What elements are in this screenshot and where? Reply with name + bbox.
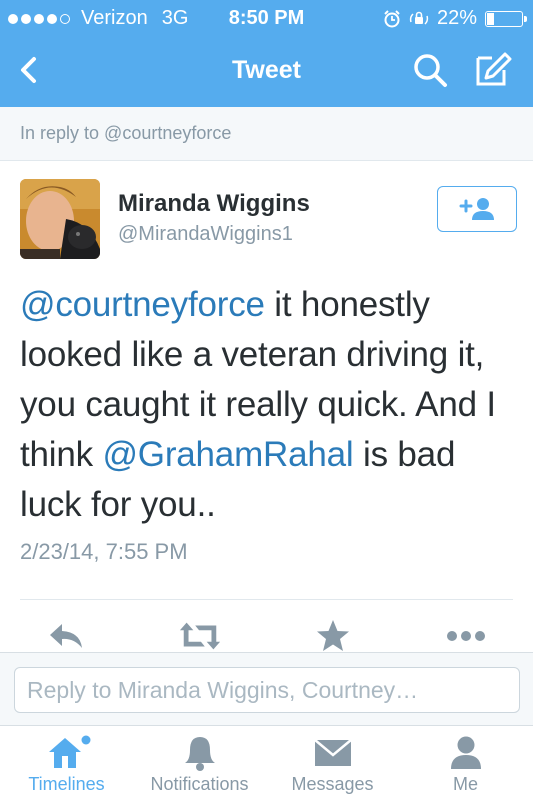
battery-percent: 22% bbox=[436, 7, 477, 29]
mention-link[interactable]: @courtneyforce bbox=[20, 285, 265, 324]
envelope-icon bbox=[313, 739, 352, 766]
page-title: Tweet bbox=[232, 56, 301, 84]
home-icon bbox=[48, 735, 90, 768]
reply-bar: Reply to Miranda Wiggins, Courtney… bbox=[0, 652, 533, 726]
tab-label: Timelines bbox=[28, 774, 105, 794]
avatar-photo bbox=[20, 179, 100, 259]
reply-icon bbox=[50, 624, 82, 648]
author-handle[interactable]: @MirandaWiggins1 bbox=[118, 223, 293, 246]
more-icon bbox=[447, 631, 485, 641]
retweet-button[interactable] bbox=[178, 616, 222, 656]
tab-messages[interactable]: Messages bbox=[266, 726, 399, 800]
tab-label: Notifications bbox=[150, 774, 249, 794]
top-bar: Verizon 3G 8:50 PM 22% Tweet bbox=[0, 0, 533, 107]
tweet-text: @courtneyforce it honestly looked like a… bbox=[20, 280, 520, 530]
tab-me[interactable]: Me bbox=[399, 726, 532, 800]
mention-link[interactable]: @GrahamRahal bbox=[102, 435, 353, 474]
reply-button[interactable] bbox=[44, 616, 88, 656]
alarm-icon bbox=[384, 9, 400, 27]
search-icon[interactable] bbox=[410, 50, 450, 90]
tab-bar: Timelines Notifications Messages Me bbox=[0, 726, 533, 800]
tab-label: Messages bbox=[291, 774, 374, 794]
tab-timelines[interactable]: Timelines bbox=[0, 726, 133, 800]
bell-icon bbox=[184, 737, 215, 771]
tab-notifications[interactable]: Notifications bbox=[133, 726, 266, 800]
favorite-icon bbox=[317, 620, 349, 651]
favorite-button[interactable] bbox=[311, 616, 355, 656]
retweet-icon bbox=[179, 622, 221, 650]
compose-icon[interactable] bbox=[470, 48, 514, 92]
follow-button[interactable] bbox=[437, 186, 517, 232]
navigation-bar: Tweet bbox=[0, 36, 533, 107]
in-reply-to-text: In reply to @courtneyforce bbox=[20, 123, 232, 143]
battery-icon bbox=[485, 10, 527, 27]
reply-input[interactable]: Reply to Miranda Wiggins, Courtney… bbox=[14, 667, 520, 713]
rotation-lock-icon bbox=[409, 11, 429, 25]
avatar[interactable] bbox=[20, 179, 100, 259]
author-name[interactable]: Miranda Wiggins bbox=[118, 190, 310, 218]
tab-label: Me bbox=[452, 774, 478, 794]
add-user-icon bbox=[459, 198, 494, 220]
person-icon bbox=[450, 736, 481, 769]
more-button[interactable] bbox=[444, 616, 488, 656]
status-bar: Verizon 3G 8:50 PM 22% bbox=[0, 0, 533, 36]
tweet-timestamp: 2/23/14, 7:55 PM bbox=[20, 539, 188, 564]
in-reply-to-bar[interactable]: In reply to @courtneyforce bbox=[0, 107, 533, 161]
divider bbox=[20, 599, 513, 600]
